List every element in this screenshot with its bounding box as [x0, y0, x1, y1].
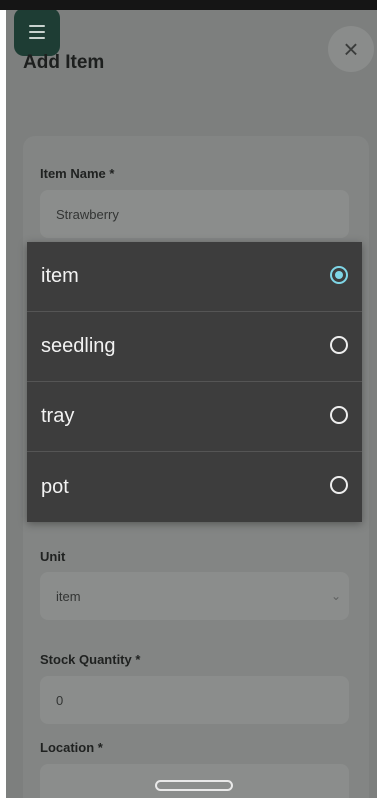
stock-quantity-label: Stock Quantity *	[40, 652, 141, 667]
radio-icon[interactable]	[330, 406, 348, 424]
item-name-input[interactable]: Strawberry	[40, 190, 349, 238]
unit-option-item[interactable]: item	[27, 242, 362, 312]
unit-picker-dialog: item seedling tray pot	[27, 242, 362, 522]
option-label: pot	[41, 475, 69, 498]
close-icon: ×	[343, 34, 359, 64]
unit-select[interactable]: item ⌄	[40, 572, 349, 620]
option-label: seedling	[41, 335, 116, 357]
close-button[interactable]: ×	[328, 26, 374, 72]
unit-label: Unit	[40, 549, 66, 564]
stock-quantity-input[interactable]: 0	[40, 676, 349, 724]
option-label: item	[41, 265, 79, 287]
hamburger-icon	[29, 25, 45, 27]
unit-option-tray[interactable]: tray	[27, 382, 362, 452]
item-name-label: Item Name *	[40, 166, 115, 181]
menu-button[interactable]	[14, 10, 60, 56]
location-label: Location *	[40, 740, 103, 755]
radio-icon[interactable]	[330, 336, 348, 354]
option-label: tray	[41, 405, 75, 427]
radio-selected-icon[interactable]	[330, 266, 348, 284]
gesture-nav-bar[interactable]	[155, 780, 233, 791]
chevron-down-icon: ⌄	[330, 589, 341, 603]
radio-icon[interactable]	[330, 476, 348, 494]
status-bar	[0, 0, 377, 10]
page-title: Add Item	[23, 52, 105, 73]
unit-option-pot[interactable]: pot	[27, 452, 362, 522]
unit-option-seedling[interactable]: seedling	[27, 312, 362, 382]
